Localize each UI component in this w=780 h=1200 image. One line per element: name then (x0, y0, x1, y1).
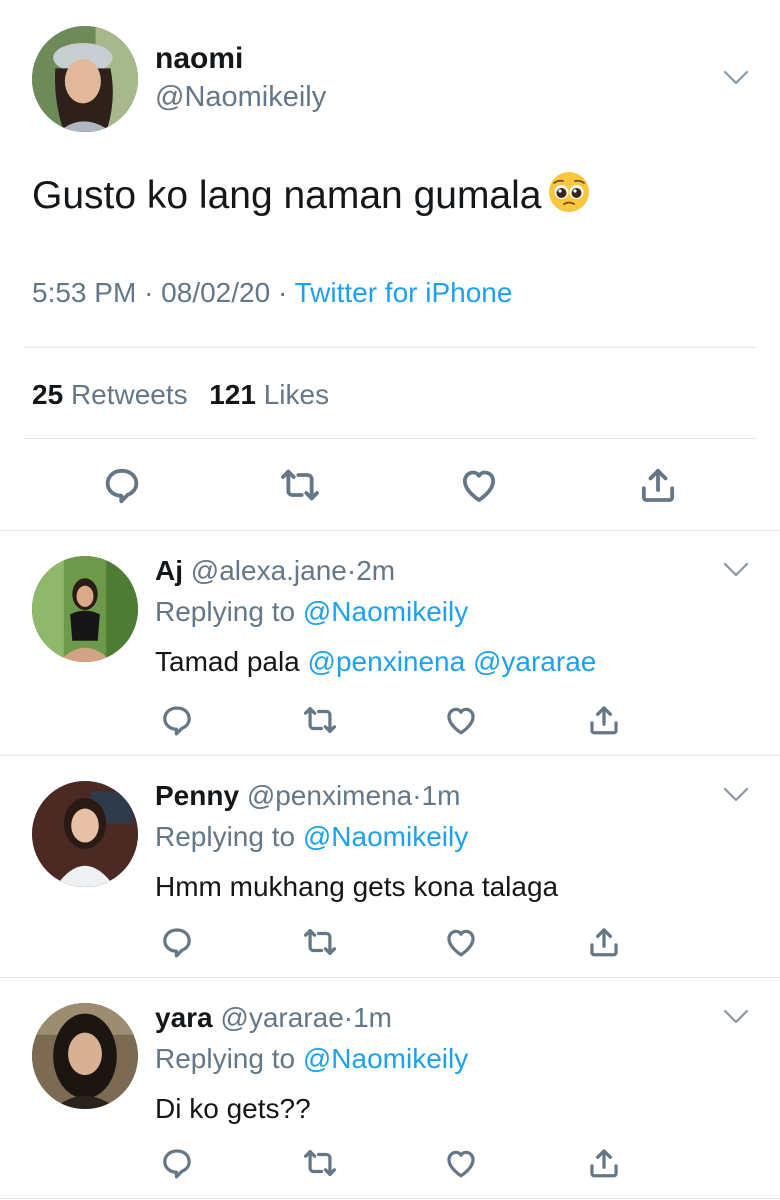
retweet-count[interactable]: 25 (32, 379, 63, 410)
separator-dot: · (346, 555, 357, 586)
tweet-time: 5:53 PM (32, 277, 137, 308)
like-button[interactable] (438, 919, 484, 965)
tweet-metadata: 5:53 PM · 08/02/20 · Twitter for iPhone (32, 277, 512, 309)
mention-space (465, 646, 473, 677)
reply-time: 1m (421, 780, 461, 811)
reply-header: yara @yararae·1m (155, 1002, 392, 1034)
reply-button[interactable] (99, 462, 145, 508)
chevron-down-icon[interactable] (723, 787, 749, 803)
share-button[interactable] (581, 1140, 627, 1186)
replying-to: Replying to @Naomikeily (155, 1043, 468, 1075)
replying-to-handle[interactable]: @Naomikeily (303, 821, 468, 852)
chevron-down-icon[interactable] (723, 562, 749, 578)
mention-link[interactable]: @penxinena (308, 646, 466, 677)
like-count[interactable]: 121 (209, 379, 256, 410)
replying-to-handle[interactable]: @Naomikeily (303, 596, 468, 627)
divider (0, 530, 780, 531)
reply-header: Aj @alexa.jane·2m (155, 555, 395, 587)
replying-to: Replying to @Naomikeily (155, 821, 468, 853)
chevron-down-icon[interactable] (723, 1009, 749, 1025)
retweet-button[interactable] (277, 462, 323, 508)
replying-to: Replying to @Naomikeily (155, 596, 468, 628)
chevron-down-icon[interactable] (723, 70, 749, 86)
share-button[interactable] (581, 697, 627, 743)
reply-author-name[interactable]: Aj (155, 555, 183, 586)
avatar[interactable] (32, 556, 138, 662)
replying-to-label: Replying to (155, 1043, 296, 1074)
divider (0, 1198, 780, 1199)
reply-time: 1m (353, 1002, 393, 1033)
replying-to-handle[interactable]: @Naomikeily (303, 1043, 468, 1074)
reply-author-handle[interactable]: @yararae (220, 1002, 343, 1033)
reply-text: Tamad pala @penxinena @yararae (155, 646, 596, 678)
reply-text: Di ko gets?? (155, 1093, 311, 1124)
tweet-text: Gusto ko lang naman gumala (32, 170, 591, 224)
share-button[interactable] (635, 462, 681, 508)
retweet-button[interactable] (297, 919, 343, 965)
author-name[interactable]: naomi (155, 42, 243, 76)
reply-author-name[interactable]: yara (155, 1002, 213, 1033)
divider (24, 438, 757, 439)
reply-text: Hmm mukhang gets kona talaga (155, 871, 559, 902)
separator-dot: · (277, 277, 288, 308)
avatar[interactable] (32, 781, 138, 887)
separator-dot: · (144, 277, 154, 308)
divider (0, 755, 780, 756)
separator-dot: · (343, 1002, 354, 1033)
avatar[interactable] (32, 1003, 138, 1109)
reply-author-handle[interactable]: @alexa.jane (191, 555, 347, 586)
reply-header: Penny @penximena·1m (155, 780, 460, 812)
likes-label[interactable]: Likes (264, 379, 329, 410)
author-handle[interactable]: @Naomikeily (155, 81, 326, 114)
like-button[interactable] (438, 697, 484, 743)
reply-button[interactable] (154, 919, 200, 965)
replying-to-label: Replying to (155, 821, 296, 852)
divider (24, 347, 757, 348)
share-button[interactable] (581, 919, 627, 965)
engagement-stats: 25 Retweets 121 Likes (32, 379, 329, 411)
avatar[interactable] (32, 26, 138, 132)
pleading-face-emoji-icon (547, 170, 591, 224)
reply-button[interactable] (154, 697, 200, 743)
reply-text-body: Tamad pala (155, 646, 308, 677)
tweet-text-body: Gusto ko lang naman gumala (32, 174, 542, 217)
mention-link[interactable]: @yararae (473, 646, 596, 677)
tweet-source-link[interactable]: Twitter for iPhone (295, 277, 513, 308)
divider (0, 977, 780, 978)
tweet-date: 08/02/20 (161, 277, 271, 308)
separator-dot: · (412, 780, 422, 811)
retweet-button[interactable] (297, 1140, 343, 1186)
like-button[interactable] (456, 462, 502, 508)
retweet-button[interactable] (297, 697, 343, 743)
reply-author-handle[interactable]: @penximena (247, 780, 412, 811)
like-button[interactable] (438, 1140, 484, 1186)
retweets-label[interactable]: Retweets (71, 379, 188, 410)
replying-to-label: Replying to (155, 596, 296, 627)
reply-time: 2m (356, 555, 396, 586)
reply-author-name[interactable]: Penny (155, 780, 239, 811)
reply-button[interactable] (154, 1140, 200, 1186)
